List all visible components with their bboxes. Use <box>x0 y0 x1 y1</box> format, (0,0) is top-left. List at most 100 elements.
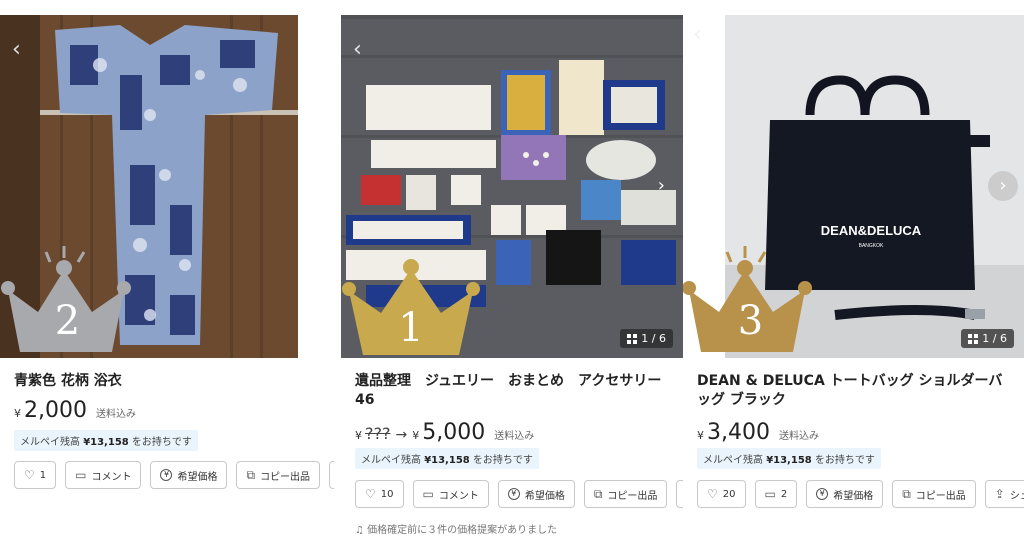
action-bar: ♡ 1 ▭ コメント ¥ 希望価格 ⧉ コピー出品 ⇪ <box>14 461 334 489</box>
balance-prefix: メルペイ残高 <box>20 437 80 448</box>
balance-amount: ¥13,158 <box>766 455 812 466</box>
balance-prefix: メルペイ残高 <box>361 455 421 466</box>
copy-icon: ⧉ <box>593 486 603 501</box>
speech-bubble-icon: ▭ <box>75 468 87 482</box>
rank-crown-silver: 2 <box>0 240 135 358</box>
like-count: 1 <box>39 469 47 481</box>
balance-suffix: をお持ちです <box>472 455 533 466</box>
like-button[interactable]: ♡ 20 <box>697 480 746 508</box>
merpay-balance: メルペイ残高 ¥13,158 をお持ちです <box>14 430 198 451</box>
balance-amount: ¥13,158 <box>83 437 129 448</box>
merpay-balance: メルペイ残高 ¥13,158 をお持ちです <box>697 448 881 469</box>
shipping-label: 送料込み <box>494 431 535 442</box>
price-row: ¥ 3,400 送料込み <box>697 420 819 445</box>
image-counter: 1 / 6 <box>961 329 1014 348</box>
shipping-label: 送料込み <box>95 409 136 420</box>
rank-number: 1 <box>398 305 424 351</box>
offer-price-button[interactable]: ¥ 希望価格 <box>497 480 575 508</box>
rank-number: 2 <box>54 298 81 344</box>
copy-listing-button[interactable]: ⧉ コピー出品 <box>583 480 668 508</box>
copy-label: コピー出品 <box>915 490 966 502</box>
back-chevron-icon[interactable]: ‹ <box>12 39 28 63</box>
rank-number: 3 <box>737 298 764 344</box>
back-chevron-icon[interactable]: ‹ <box>353 39 369 63</box>
product-title[interactable]: DEAN & DELUCA トートバッグ ショルダーバッグ ブラック <box>697 372 1007 410</box>
offer-label: 希望価格 <box>524 490 565 502</box>
balance-suffix: をお持ちです <box>814 455 875 466</box>
heart-icon: ♡ <box>365 487 376 501</box>
product-card-rank-1[interactable]: ‹ › 1 / 6 1 遺品整理 ジュエリー おまとめ アクセサリー46 ¥ ?… <box>341 0 683 538</box>
speech-bubble-icon: ▭ <box>422 487 434 501</box>
product-card-rank-2[interactable]: ‹ 2 青紫色 花柄 浴衣 ¥ 2,000 送料込み メルペイ残高 ¥13,15… <box>0 0 334 538</box>
offer-price-button[interactable]: ¥ 希望価格 <box>806 480 884 508</box>
next-arrow-button[interactable]: › <box>988 171 1018 201</box>
yen-symbol: ¥ <box>697 429 704 442</box>
image-counter-text: 1 / 6 <box>982 332 1007 345</box>
arrow-right-icon: → <box>395 427 408 443</box>
yen-symbol: ¥ <box>355 429 362 442</box>
share-icon: ⇪ <box>994 487 1005 501</box>
share-button[interactable]: ⇪ シェ <box>984 480 1024 508</box>
product-title[interactable]: 青紫色 花柄 浴衣 <box>14 372 122 391</box>
balance-suffix: をお持ちです <box>131 437 192 448</box>
rank-crown-gold: 1 <box>341 255 481 358</box>
like-button[interactable]: ♡ 1 <box>14 461 57 489</box>
product-card-rank-3[interactable]: DEAN&DELUCA BANGKOK 1 / 6 ‹ › 3 DEAN & D… <box>683 0 1024 538</box>
price-value: 3,400 <box>707 420 770 445</box>
image-counter-text: 1 / 6 <box>641 332 666 345</box>
ranking-grid: ‹ 2 青紫色 花柄 浴衣 ¥ 2,000 送料込み メルペイ残高 ¥13,15… <box>0 0 1024 538</box>
grid-icon <box>968 333 979 344</box>
back-chevron-icon[interactable]: ‹ <box>693 24 709 48</box>
image-counter: 1 / 6 <box>620 329 673 348</box>
offer-label: 希望価格 <box>177 471 218 483</box>
like-count: 20 <box>722 488 736 500</box>
share-button[interactable] <box>676 480 683 508</box>
action-bar: ♡ 20 ▭ 2 ¥ 希望価格 ⧉ コピー出品 ⇪ シェ <box>697 480 1024 508</box>
copy-label: コピー出品 <box>607 490 658 502</box>
price-value: 2,000 <box>24 398 87 423</box>
like-count: 10 <box>380 488 394 500</box>
price-row: ¥ ??? → ¥ 5,000 送料込み <box>355 420 534 445</box>
product-title[interactable]: 遺品整理 ジュエリー おまとめ アクセサリー46 <box>355 372 665 410</box>
comment-button[interactable]: ▭ コメント <box>65 461 142 489</box>
comment-label: コメント <box>91 471 132 483</box>
copy-label: コピー出品 <box>260 471 311 483</box>
yen-circle-icon: ¥ <box>507 488 520 500</box>
heart-icon: ♡ <box>24 468 35 482</box>
rank-crown-bronze: 3 <box>683 240 818 358</box>
price-proposal-note: ♫ 価格確定前に３件の価格提案がありました <box>355 521 557 536</box>
offer-price-button[interactable]: ¥ 希望価格 <box>150 461 228 489</box>
price-row: ¥ 2,000 送料込み <box>14 398 136 423</box>
shipping-label: 送料込み <box>778 431 819 442</box>
copy-icon: ⧉ <box>246 467 256 482</box>
comment-button[interactable]: ▭ 2 <box>754 480 798 508</box>
yen-circle-icon: ¥ <box>816 488 829 500</box>
offer-label: 希望価格 <box>833 490 874 502</box>
like-button[interactable]: ♡ 10 <box>355 480 404 508</box>
balance-amount: ¥13,158 <box>424 455 470 466</box>
note-text: 価格確定前に３件の価格提案がありました <box>367 525 558 536</box>
copy-listing-button[interactable]: ⧉ コピー出品 <box>892 480 976 508</box>
chevron-right-icon: › <box>999 175 1007 196</box>
bell-icon: ♫ <box>355 525 364 536</box>
merpay-balance: メルペイ残高 ¥13,158 をお持ちです <box>355 448 539 469</box>
yen-symbol: ¥ <box>14 407 21 420</box>
heart-icon: ♡ <box>707 487 718 501</box>
comment-button[interactable]: ▭ コメント <box>412 480 489 508</box>
action-bar: ♡ 10 ▭ コメント ¥ 希望価格 ⧉ コピー出品 <box>355 480 683 508</box>
old-price-strike: ??? <box>365 424 391 443</box>
speech-bubble-icon: ▭ <box>764 487 776 501</box>
copy-listing-button[interactable]: ⧉ コピー出品 <box>236 461 321 489</box>
comment-count: 2 <box>780 488 788 500</box>
next-chevron-icon[interactable]: › <box>658 175 665 196</box>
price-value: 5,000 <box>422 420 486 445</box>
yen-circle-icon: ¥ <box>160 469 173 481</box>
balance-prefix: メルペイ残高 <box>703 455 763 466</box>
copy-icon: ⧉ <box>902 486 911 501</box>
comment-label: コメント <box>438 490 479 502</box>
yen-symbol-new: ¥ <box>412 429 420 442</box>
grid-icon <box>627 333 638 344</box>
share-button[interactable]: ⇪ <box>329 461 334 489</box>
share-label: シェ <box>1009 490 1024 502</box>
bag-city-text: BANGKOK <box>859 243 884 249</box>
